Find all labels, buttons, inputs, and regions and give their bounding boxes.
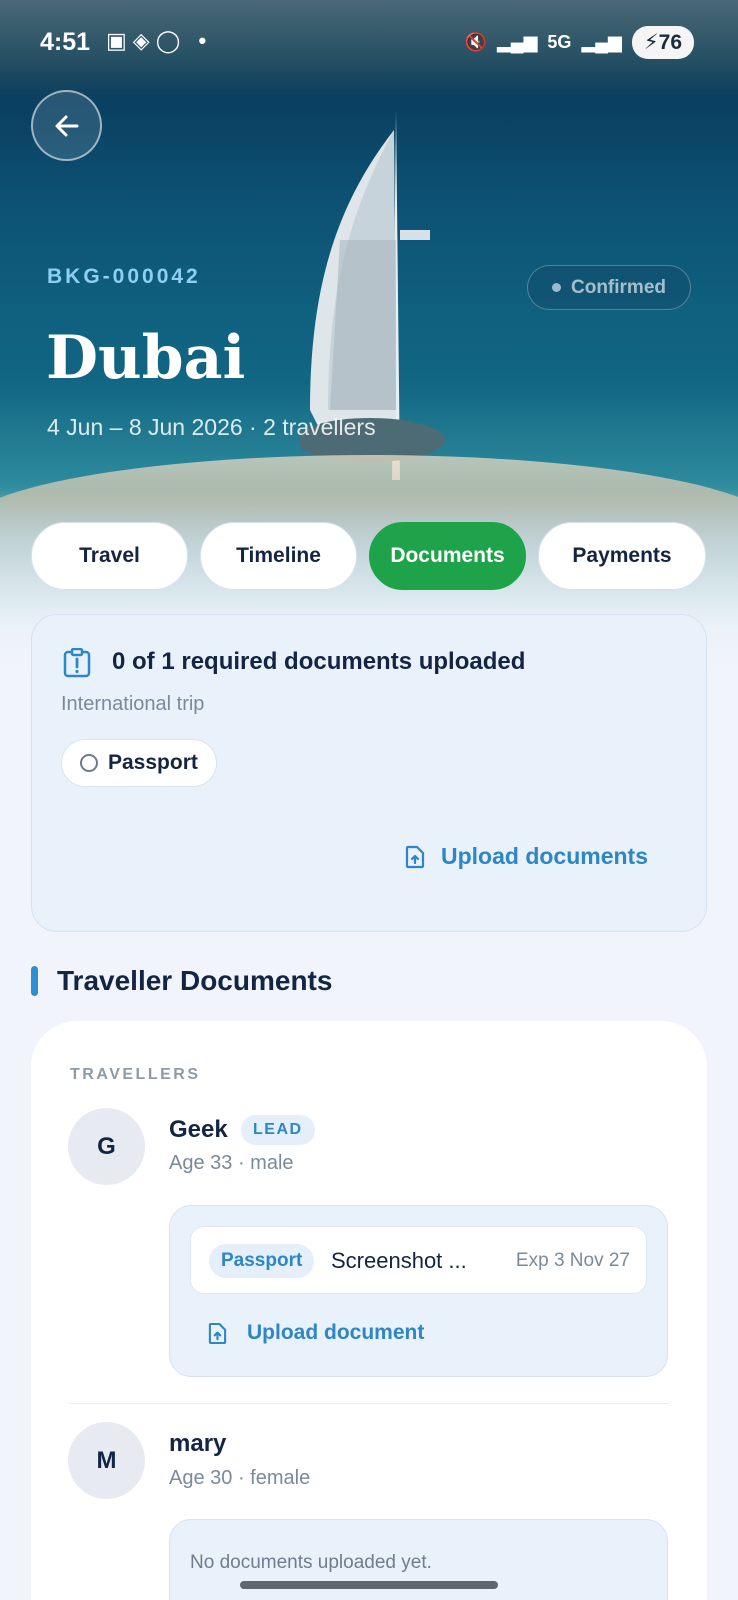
status-right: 🔇 ▂▄▆ 5G ▂▄▆ ⚡76 bbox=[465, 26, 694, 59]
upload-document-button[interactable]: Upload document bbox=[208, 1321, 424, 1345]
avatar: G bbox=[68, 1108, 145, 1185]
section-accent-bar bbox=[31, 966, 38, 996]
home-indicator[interactable] bbox=[240, 1581, 498, 1589]
document-filename: Screenshot ... bbox=[331, 1248, 467, 1273]
section-title: Traveller Documents bbox=[57, 965, 333, 996]
traveller-name: Geek bbox=[169, 1116, 228, 1143]
booking-id: BKG-000042 bbox=[47, 265, 201, 288]
battery-indicator: ⚡76 bbox=[631, 26, 694, 59]
file-upload-icon bbox=[405, 845, 425, 868]
tab-bar: Travel Timeline Documents Payments bbox=[31, 522, 706, 590]
signal-icon-2: ▂▄▆ bbox=[581, 32, 622, 52]
travellers-label: TRAVELLERS bbox=[70, 1066, 201, 1083]
traveller-meta: Age 33 · male bbox=[169, 1152, 294, 1174]
notification-icons: ▣◈◯ • bbox=[106, 28, 213, 53]
required-doc-chip: Passport bbox=[61, 739, 217, 787]
trip-type-label: International trip bbox=[61, 693, 205, 715]
tab-documents[interactable]: Documents bbox=[369, 522, 526, 590]
documents-summary-card: 0 of 1 required documents uploaded Inter… bbox=[31, 614, 707, 932]
5g-icon: 5G bbox=[547, 32, 572, 52]
travellers-card: TRAVELLERS G Geek LEAD Age 33 · male Pas… bbox=[31, 1021, 707, 1600]
status-time: 4:51 bbox=[40, 28, 91, 56]
clipboard-alert-icon bbox=[63, 648, 91, 678]
signal-icon: ▂▄▆ bbox=[496, 32, 538, 52]
status-badge: Confirmed bbox=[527, 265, 691, 310]
tab-timeline[interactable]: Timeline bbox=[200, 522, 357, 590]
documents-progress-title: 0 of 1 required documents uploaded bbox=[112, 648, 526, 675]
lead-badge: LEAD bbox=[241, 1115, 315, 1145]
traveller-name: mary bbox=[169, 1430, 227, 1457]
empty-documents-text: No documents uploaded yet. bbox=[190, 1552, 432, 1573]
file-upload-icon bbox=[208, 1322, 227, 1344]
divider bbox=[68, 1403, 669, 1404]
trip-dates: 4 Jun – 8 Jun 2026 · 2 travellers bbox=[47, 414, 376, 440]
arrow-left-icon bbox=[55, 115, 78, 136]
document-expiry: Exp 3 Nov 27 bbox=[515, 1250, 630, 1271]
back-button[interactable] bbox=[31, 90, 102, 161]
status-dot-icon bbox=[552, 283, 561, 292]
tab-payments[interactable]: Payments bbox=[538, 522, 706, 590]
document-row[interactable]: Passport Screenshot ... Exp 3 Nov 27 bbox=[190, 1226, 647, 1294]
mute-icon: 🔇 bbox=[464, 32, 487, 52]
destination-title: Dubai bbox=[46, 323, 246, 393]
upload-documents-button[interactable]: Upload documents bbox=[405, 843, 648, 870]
unchecked-circle-icon bbox=[80, 754, 98, 772]
avatar: M bbox=[68, 1422, 145, 1499]
status-bar: 4:51 ▣◈◯ • 🔇 ▂▄▆ 5G ▂▄▆ ⚡76 bbox=[0, 0, 738, 86]
traveller-documents-box: Passport Screenshot ... Exp 3 Nov 27 Upl… bbox=[169, 1205, 668, 1377]
tab-travel[interactable]: Travel bbox=[31, 522, 188, 590]
traveller-meta: Age 30 · female bbox=[169, 1467, 311, 1489]
document-type-badge: Passport bbox=[209, 1244, 315, 1278]
